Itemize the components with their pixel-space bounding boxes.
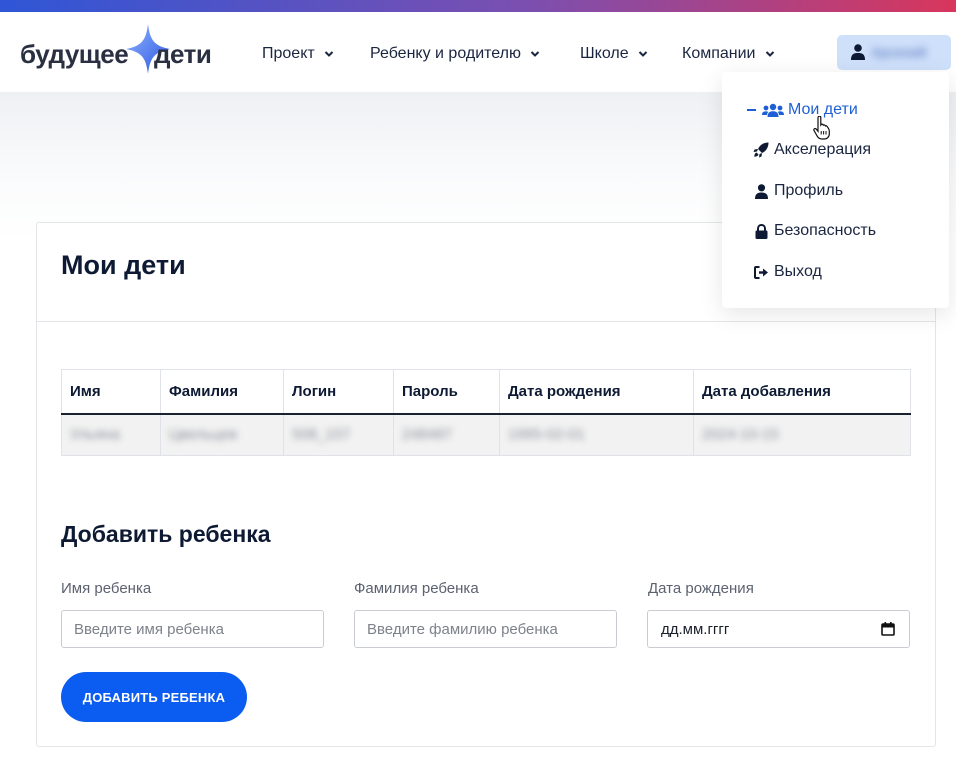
nav-item-companies[interactable]: Компании xyxy=(682,43,775,65)
nav-label: Ребенку и родителю xyxy=(370,45,521,62)
logo-word-2: дети xyxy=(154,39,212,69)
menu-item-label: Акселерация xyxy=(774,141,872,158)
cell-value: Ульяна xyxy=(70,426,120,444)
table-header-row: Имя Фамилия Логин Пароль Дата рождения Д… xyxy=(61,369,911,415)
last-name-label: Фамилия ребенка xyxy=(354,580,479,597)
user-name: Арсений xyxy=(871,44,927,60)
add-child-title: Добавить ребенка xyxy=(61,521,271,547)
user-menu-button[interactable]: Арсений xyxy=(837,35,951,70)
birth-date-label: Дата рождения xyxy=(648,580,754,597)
menu-item-label: Профиль xyxy=(774,182,844,199)
cell-value: Цвельцев xyxy=(169,426,238,444)
menu-item-profile[interactable]: Профиль xyxy=(752,180,843,202)
user-icon xyxy=(851,44,865,60)
table-cell: 248487 xyxy=(393,413,500,456)
page-title: Мои дети xyxy=(61,250,186,280)
column-header: Имя xyxy=(61,369,161,415)
table-cell: 2024-10-15 xyxy=(693,413,911,456)
lock-icon xyxy=(752,223,770,239)
user-dropdown-menu: Мои дети Акселерация Профиль Безопасност… xyxy=(722,72,949,308)
first-name-input[interactable] xyxy=(61,610,324,648)
date-placeholder: дд.мм.гггг xyxy=(661,621,730,638)
logo-word-1: будущее xyxy=(20,39,129,69)
nav-label: Школе xyxy=(580,45,629,62)
cell-value: 508_157 xyxy=(292,426,351,444)
menu-item-logout[interactable]: Выход xyxy=(752,261,822,283)
nav-label: Компании xyxy=(682,45,756,62)
cell-value: 2024-10-15 xyxy=(702,426,779,444)
chevron-down-icon xyxy=(765,51,774,57)
user-icon xyxy=(752,183,770,199)
cell-value: 1995-02-01 xyxy=(508,426,585,444)
rocket-icon xyxy=(752,142,770,158)
column-header: Пароль xyxy=(393,369,500,415)
birth-date-input[interactable]: дд.мм.гггг xyxy=(647,610,910,648)
menu-item-acceleration[interactable]: Акселерация xyxy=(752,139,871,161)
sign-out-icon xyxy=(752,265,770,279)
first-name-label: Имя ребенка xyxy=(61,580,152,597)
menu-item-label: Безопасность xyxy=(774,222,877,239)
calendar-icon[interactable] xyxy=(881,622,895,636)
users-icon xyxy=(762,103,784,117)
nav-item-child-parent[interactable]: Ребенку и родителю xyxy=(370,43,540,65)
chevron-down-icon xyxy=(324,51,333,57)
menu-item-my-children[interactable]: Мои дети xyxy=(747,99,858,121)
nav-item-project[interactable]: Проект xyxy=(262,43,334,65)
nav-item-school[interactable]: Школе xyxy=(580,43,648,65)
table-cell: Цвельцев xyxy=(160,413,284,456)
column-header: Фамилия xyxy=(160,369,284,415)
column-header: Дата рождения xyxy=(499,369,694,415)
chevron-down-icon xyxy=(530,51,540,57)
cell-value: 248487 xyxy=(402,426,453,444)
children-table: Имя Фамилия Логин Пароль Дата рождения Д… xyxy=(61,369,911,456)
column-header: Дата добавления xyxy=(693,369,911,415)
chevron-down-icon xyxy=(638,51,647,57)
table-cell: 508_157 xyxy=(283,413,394,456)
table-cell: 1995-02-01 xyxy=(499,413,694,456)
table-cell: Ульяна xyxy=(61,413,161,456)
last-name-input[interactable] xyxy=(354,610,617,648)
menu-item-label: Выход xyxy=(774,263,822,280)
table-row: Ульяна Цвельцев 508_157 248487 1995-02-0… xyxy=(61,413,911,456)
active-marker xyxy=(747,109,756,111)
column-header: Логин xyxy=(283,369,394,415)
menu-item-security[interactable]: Безопасность xyxy=(752,220,876,242)
nav-label: Проект xyxy=(262,45,315,62)
hand-pointer-cursor-icon xyxy=(813,116,830,140)
logo[interactable]: будущее дети xyxy=(20,24,235,74)
add-child-button[interactable]: ДОБАВИТЬ РЕБЕНКА xyxy=(61,672,247,722)
top-gradient-bar xyxy=(0,0,956,12)
